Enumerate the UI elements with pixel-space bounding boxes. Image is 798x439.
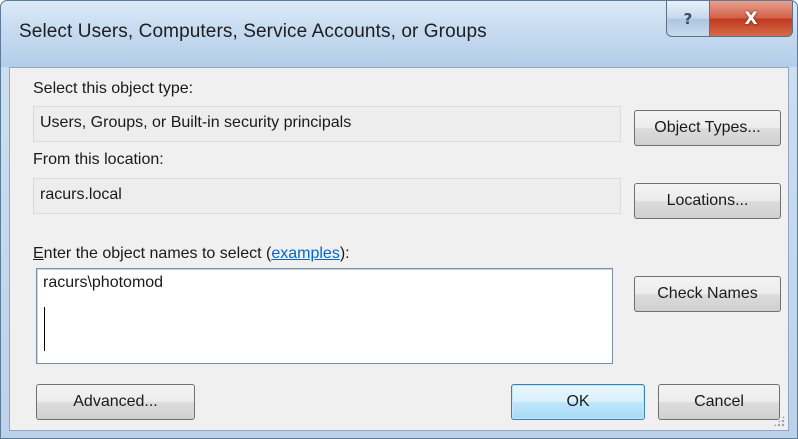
advanced-button[interactable]: Advanced... bbox=[36, 384, 195, 420]
title-bar[interactable]: Select Users, Computers, Service Account… bbox=[1, 1, 797, 67]
object-types-button-label: Object Types... bbox=[654, 119, 761, 136]
object-names-label-access-key: E bbox=[33, 245, 44, 262]
dialog-body: Select this object type: Users, Groups, … bbox=[9, 67, 789, 431]
object-names-label-text: nter the object names to select ( bbox=[43, 245, 272, 262]
close-icon: X bbox=[744, 8, 758, 29]
object-types-button[interactable]: Object Types... bbox=[634, 110, 781, 146]
examples-link[interactable]: examples bbox=[271, 245, 339, 262]
locations-button[interactable]: Locations... bbox=[634, 183, 781, 219]
locations-button-label: Locations... bbox=[666, 192, 749, 209]
object-type-field: Users, Groups, or Built-in security prin… bbox=[33, 106, 621, 142]
ok-button[interactable]: OK bbox=[511, 384, 645, 420]
object-type-label: Select this object type: bbox=[33, 80, 194, 97]
check-names-button-label: Check Names bbox=[657, 285, 758, 302]
help-button[interactable]: ? bbox=[666, 1, 710, 37]
check-names-button[interactable]: Check Names bbox=[634, 276, 781, 312]
cancel-button-label: Cancel bbox=[694, 393, 744, 410]
cancel-button[interactable]: Cancel bbox=[658, 384, 780, 420]
location-field: racurs.local bbox=[33, 178, 621, 214]
dialog-window: Select Users, Computers, Service Account… bbox=[0, 0, 798, 439]
advanced-button-label: Advanced... bbox=[73, 393, 158, 410]
location-label: From this location: bbox=[33, 151, 164, 168]
object-names-label-end: ): bbox=[339, 245, 350, 262]
ok-button-label: OK bbox=[566, 393, 590, 410]
object-names-label: Enter the object names to select (exampl… bbox=[33, 245, 350, 263]
object-names-input[interactable]: racurs\photomod bbox=[36, 268, 613, 364]
close-button[interactable]: X bbox=[709, 1, 793, 37]
window-title: Select Users, Computers, Service Account… bbox=[19, 21, 487, 42]
help-icon: ? bbox=[683, 9, 693, 28]
object-names-value: racurs\photomod bbox=[43, 274, 164, 291]
text-caret bbox=[44, 307, 45, 351]
